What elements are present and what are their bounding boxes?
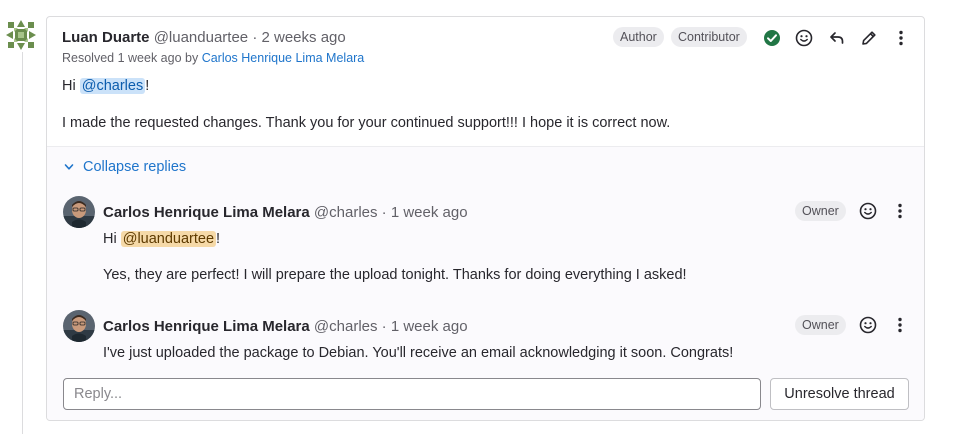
author-name[interactable]: Luan Duarte [62, 29, 150, 46]
author-handle[interactable]: @luanduartee [154, 29, 248, 46]
user-mention[interactable]: @luanduartee [120, 231, 217, 247]
note-message: I made the requested changes. Thank you … [62, 115, 671, 131]
reply-input[interactable] [63, 378, 761, 410]
contributor-badge: Contributor [671, 27, 747, 47]
greeting-suffix: ! [216, 231, 221, 247]
add-reaction-button[interactable] [856, 199, 880, 223]
resolve-thread-button[interactable] [760, 26, 784, 50]
note-timestamp[interactable]: 2 weeks ago [262, 29, 346, 46]
resolved-prefix: Resolved 1 week ago by [62, 51, 199, 65]
reply-author-line: Carlos Henrique Lima Melara @charles · 1… [103, 204, 468, 221]
timeline-line [22, 50, 23, 434]
author-badge: Author [613, 27, 664, 47]
author-name[interactable]: Carlos Henrique Lima Melara [103, 204, 310, 221]
smiley-icon [859, 202, 877, 220]
reply-author-line: Carlos Henrique Lima Melara @charles · 1… [103, 318, 468, 335]
ellipsis-v-icon [899, 30, 903, 46]
discussion-card: Luan Duarte @luanduartee · 2 weeks ago R… [46, 16, 925, 421]
reply-timestamp[interactable]: 1 week ago [391, 204, 468, 221]
owner-badge: Owner [795, 201, 846, 221]
add-reaction-button[interactable] [856, 313, 880, 337]
note-author-line: Luan Duarte @luanduartee · 2 weeks ago [62, 29, 346, 46]
reply-button[interactable] [825, 26, 849, 50]
ellipsis-v-icon [898, 317, 902, 333]
greeting-prefix: Hi [103, 231, 117, 247]
check-circle-icon [764, 30, 780, 46]
avatar[interactable] [63, 196, 95, 228]
greeting-prefix: Hi [62, 78, 76, 94]
collapse-replies-label: Collapse replies [83, 159, 187, 175]
more-actions-button[interactable] [888, 199, 912, 223]
smiley-icon [795, 29, 813, 47]
add-reaction-button[interactable] [792, 26, 816, 50]
reply-icon [830, 32, 844, 44]
replies-section: Collapse replies Carlos Henrique Lima Me… [47, 146, 924, 420]
edit-comment-button[interactable] [857, 26, 881, 50]
chevron-down-icon [64, 164, 74, 170]
user-mention[interactable]: @charles [79, 78, 146, 94]
ellipsis-v-icon [898, 203, 902, 219]
reply-greeting: Hi @luanduartee! [103, 231, 220, 247]
resolved-info: Resolved 1 week ago by Carlos Henrique L… [62, 51, 364, 65]
main-note: Luan Duarte @luanduartee · 2 weeks ago R… [47, 17, 924, 146]
pencil-icon [862, 31, 876, 45]
separator: · [252, 29, 258, 46]
unresolve-thread-button[interactable]: Unresolve thread [770, 378, 909, 410]
greeting-suffix: ! [145, 78, 150, 94]
owner-badge: Owner [795, 315, 846, 335]
avatar[interactable] [63, 310, 95, 342]
collapse-replies-toggle[interactable]: Collapse replies [64, 159, 186, 175]
separator: · [381, 318, 387, 335]
more-actions-button[interactable] [889, 26, 913, 50]
more-actions-button[interactable] [888, 313, 912, 337]
identicon-avatar[interactable] [4, 18, 38, 52]
identicon-graphic [4, 18, 38, 52]
author-handle[interactable]: @charles [314, 318, 378, 335]
user-avatar-photo [63, 310, 95, 342]
reply-timestamp[interactable]: 1 week ago [391, 318, 468, 335]
author-handle[interactable]: @charles [314, 204, 378, 221]
separator: · [381, 204, 387, 221]
reply-message: I've just uploaded the package to Debian… [103, 345, 734, 361]
note-greeting: Hi @charles! [62, 78, 149, 94]
smiley-icon [859, 316, 877, 334]
resolved-by-link[interactable]: Carlos Henrique Lima Melara [202, 51, 365, 65]
author-name[interactable]: Carlos Henrique Lima Melara [103, 318, 310, 335]
reply-message: Yes, they are perfect! I will prepare th… [103, 267, 687, 283]
user-avatar-photo [63, 196, 95, 228]
